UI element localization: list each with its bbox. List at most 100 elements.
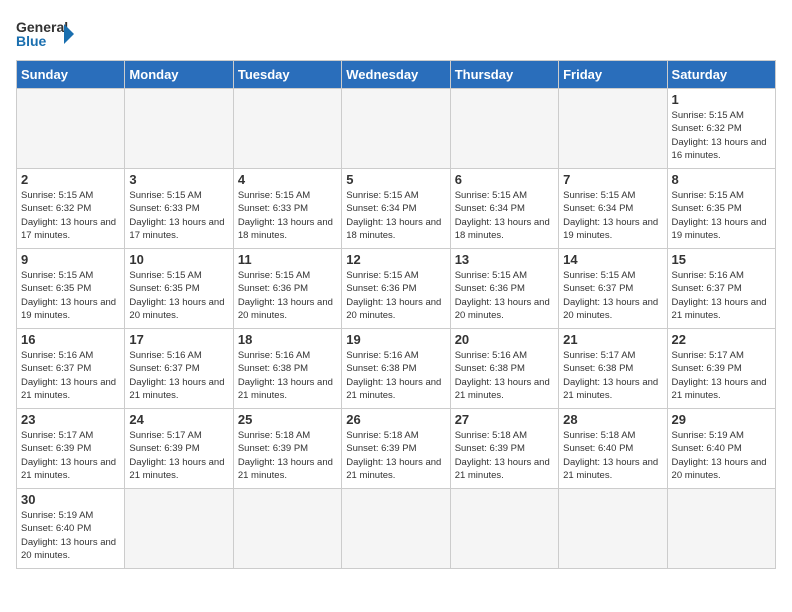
calendar-cell: 5 Sunrise: 5:15 AMSunset: 6:34 PMDaylight… xyxy=(342,169,450,249)
day-number: 6 xyxy=(455,172,554,187)
calendar-cell: 28 Sunrise: 5:18 AMSunset: 6:40 PMDayligh… xyxy=(559,409,667,489)
day-info: Sunrise: 5:17 AMSunset: 6:39 PMDaylight:… xyxy=(672,349,771,402)
calendar-cell: 24 Sunrise: 5:17 AMSunset: 6:39 PMDayligh… xyxy=(125,409,233,489)
logo: GeneralBlue xyxy=(16,16,76,52)
column-header-saturday: Saturday xyxy=(667,61,775,89)
day-number: 4 xyxy=(238,172,337,187)
day-info: Sunrise: 5:15 AMSunset: 6:34 PMDaylight:… xyxy=(346,189,445,242)
day-number: 12 xyxy=(346,252,445,267)
day-number: 29 xyxy=(672,412,771,427)
calendar-cell: 19Sunrise: 5:16 AMSunset: 6:38 PMDayligh… xyxy=(342,329,450,409)
day-number: 22 xyxy=(672,332,771,347)
calendar-cell: 17 Sunrise: 5:16 AMSunset: 6:37 PMDayligh… xyxy=(125,329,233,409)
day-number: 5 xyxy=(346,172,445,187)
day-number: 11 xyxy=(238,252,337,267)
svg-text:Blue: Blue xyxy=(16,33,47,49)
calendar-cell: 12Sunrise: 5:15 AMSunset: 6:36 PMDayligh… xyxy=(342,249,450,329)
day-number: 13 xyxy=(455,252,554,267)
column-header-thursday: Thursday xyxy=(450,61,558,89)
calendar-cell xyxy=(233,489,341,569)
day-info: Sunrise: 5:18 AMSunset: 6:39 PMDaylight:… xyxy=(346,429,445,482)
day-info: Sunrise: 5:18 AMSunset: 6:40 PMDaylight:… xyxy=(563,429,662,482)
day-info: Sunrise: 5:15 AMSunset: 6:36 PMDaylight:… xyxy=(455,269,554,322)
calendar-cell xyxy=(559,489,667,569)
day-info: Sunrise: 5:19 AMSunset: 6:40 PMDaylight:… xyxy=(21,509,120,562)
calendar-table: SundayMondayTuesdayWednesdayThursdayFrid… xyxy=(16,60,776,569)
calendar-cell: 22 Sunrise: 5:17 AMSunset: 6:39 PMDayligh… xyxy=(667,329,775,409)
calendar-cell: 14 Sunrise: 5:15 AMSunset: 6:37 PMDayligh… xyxy=(559,249,667,329)
calendar-week-row: 2 Sunrise: 5:15 AMSunset: 6:32 PMDaylight… xyxy=(17,169,776,249)
calendar-cell: 7 Sunrise: 5:15 AMSunset: 6:34 PMDaylight… xyxy=(559,169,667,249)
day-number: 30 xyxy=(21,492,120,507)
day-info: Sunrise: 5:15 AMSunset: 6:35 PMDaylight:… xyxy=(21,269,120,322)
calendar-cell: 16 Sunrise: 5:16 AMSunset: 6:37 PMDayligh… xyxy=(17,329,125,409)
day-number: 18 xyxy=(238,332,337,347)
calendar-week-row: 16 Sunrise: 5:16 AMSunset: 6:37 PMDayligh… xyxy=(17,329,776,409)
calendar-cell: 6 Sunrise: 5:15 AMSunset: 6:34 PMDaylight… xyxy=(450,169,558,249)
day-info: Sunrise: 5:15 AMSunset: 6:36 PMDaylight:… xyxy=(238,269,337,322)
calendar-cell: 27Sunrise: 5:18 AMSunset: 6:39 PMDayligh… xyxy=(450,409,558,489)
day-info: Sunrise: 5:16 AMSunset: 6:37 PMDaylight:… xyxy=(21,349,120,402)
day-info: Sunrise: 5:15 AMSunset: 6:34 PMDaylight:… xyxy=(455,189,554,242)
day-number: 15 xyxy=(672,252,771,267)
calendar-cell: 9 Sunrise: 5:15 AMSunset: 6:35 PMDaylight… xyxy=(17,249,125,329)
calendar-week-row: 9 Sunrise: 5:15 AMSunset: 6:35 PMDaylight… xyxy=(17,249,776,329)
day-info: Sunrise: 5:15 AMSunset: 6:33 PMDaylight:… xyxy=(129,189,228,242)
day-info: Sunrise: 5:17 AMSunset: 6:38 PMDaylight:… xyxy=(563,349,662,402)
day-number: 14 xyxy=(563,252,662,267)
day-info: Sunrise: 5:15 AMSunset: 6:34 PMDaylight:… xyxy=(563,189,662,242)
day-number: 23 xyxy=(21,412,120,427)
day-info: Sunrise: 5:18 AMSunset: 6:39 PMDaylight:… xyxy=(455,429,554,482)
calendar-cell: 2 Sunrise: 5:15 AMSunset: 6:32 PMDaylight… xyxy=(17,169,125,249)
column-header-sunday: Sunday xyxy=(17,61,125,89)
calendar-cell xyxy=(559,89,667,169)
day-info: Sunrise: 5:16 AMSunset: 6:38 PMDaylight:… xyxy=(346,349,445,402)
day-number: 16 xyxy=(21,332,120,347)
calendar-cell: 21 Sunrise: 5:17 AMSunset: 6:38 PMDayligh… xyxy=(559,329,667,409)
day-number: 3 xyxy=(129,172,228,187)
day-info: Sunrise: 5:18 AMSunset: 6:39 PMDaylight:… xyxy=(238,429,337,482)
day-info: Sunrise: 5:16 AMSunset: 6:38 PMDaylight:… xyxy=(238,349,337,402)
calendar-cell xyxy=(667,489,775,569)
day-number: 21 xyxy=(563,332,662,347)
calendar-cell xyxy=(450,89,558,169)
day-info: Sunrise: 5:15 AMSunset: 6:35 PMDaylight:… xyxy=(129,269,228,322)
calendar-cell xyxy=(450,489,558,569)
calendar-cell: 3 Sunrise: 5:15 AMSunset: 6:33 PMDaylight… xyxy=(125,169,233,249)
day-info: Sunrise: 5:15 AMSunset: 6:37 PMDaylight:… xyxy=(563,269,662,322)
day-info: Sunrise: 5:15 AMSunset: 6:32 PMDaylight:… xyxy=(21,189,120,242)
logo-icon: GeneralBlue xyxy=(16,16,76,52)
column-header-wednesday: Wednesday xyxy=(342,61,450,89)
day-info: Sunrise: 5:19 AMSunset: 6:40 PMDaylight:… xyxy=(672,429,771,482)
calendar-cell: 20 Sunrise: 5:16 AMSunset: 6:38 PMDayligh… xyxy=(450,329,558,409)
day-info: Sunrise: 5:15 AMSunset: 6:35 PMDaylight:… xyxy=(672,189,771,242)
column-header-friday: Friday xyxy=(559,61,667,89)
calendar-cell xyxy=(125,89,233,169)
column-header-tuesday: Tuesday xyxy=(233,61,341,89)
day-number: 7 xyxy=(563,172,662,187)
day-info: Sunrise: 5:16 AMSunset: 6:37 PMDaylight:… xyxy=(129,349,228,402)
day-info: Sunrise: 5:16 AMSunset: 6:38 PMDaylight:… xyxy=(455,349,554,402)
calendar-cell: 23Sunrise: 5:17 AMSunset: 6:39 PMDayligh… xyxy=(17,409,125,489)
day-number: 26 xyxy=(346,412,445,427)
day-info: Sunrise: 5:15 AMSunset: 6:32 PMDaylight:… xyxy=(672,109,771,162)
calendar-cell: 26 Sunrise: 5:18 AMSunset: 6:39 PMDayligh… xyxy=(342,409,450,489)
calendar-cell xyxy=(342,489,450,569)
day-number: 28 xyxy=(563,412,662,427)
day-info: Sunrise: 5:16 AMSunset: 6:37 PMDaylight:… xyxy=(672,269,771,322)
column-header-monday: Monday xyxy=(125,61,233,89)
calendar-cell: 8 Sunrise: 5:15 AMSunset: 6:35 PMDaylight… xyxy=(667,169,775,249)
day-number: 8 xyxy=(672,172,771,187)
calendar-cell: 13 Sunrise: 5:15 AMSunset: 6:36 PMDayligh… xyxy=(450,249,558,329)
day-number: 17 xyxy=(129,332,228,347)
calendar-cell: 29 Sunrise: 5:19 AMSunset: 6:40 PMDayligh… xyxy=(667,409,775,489)
day-number: 24 xyxy=(129,412,228,427)
day-number: 20 xyxy=(455,332,554,347)
day-info: Sunrise: 5:17 AMSunset: 6:39 PMDaylight:… xyxy=(129,429,228,482)
calendar-cell xyxy=(233,89,341,169)
page-header: GeneralBlue xyxy=(16,16,776,52)
calendar-cell: 1Sunrise: 5:15 AMSunset: 6:32 PMDaylight… xyxy=(667,89,775,169)
calendar-cell xyxy=(342,89,450,169)
day-number: 9 xyxy=(21,252,120,267)
day-number: 2 xyxy=(21,172,120,187)
